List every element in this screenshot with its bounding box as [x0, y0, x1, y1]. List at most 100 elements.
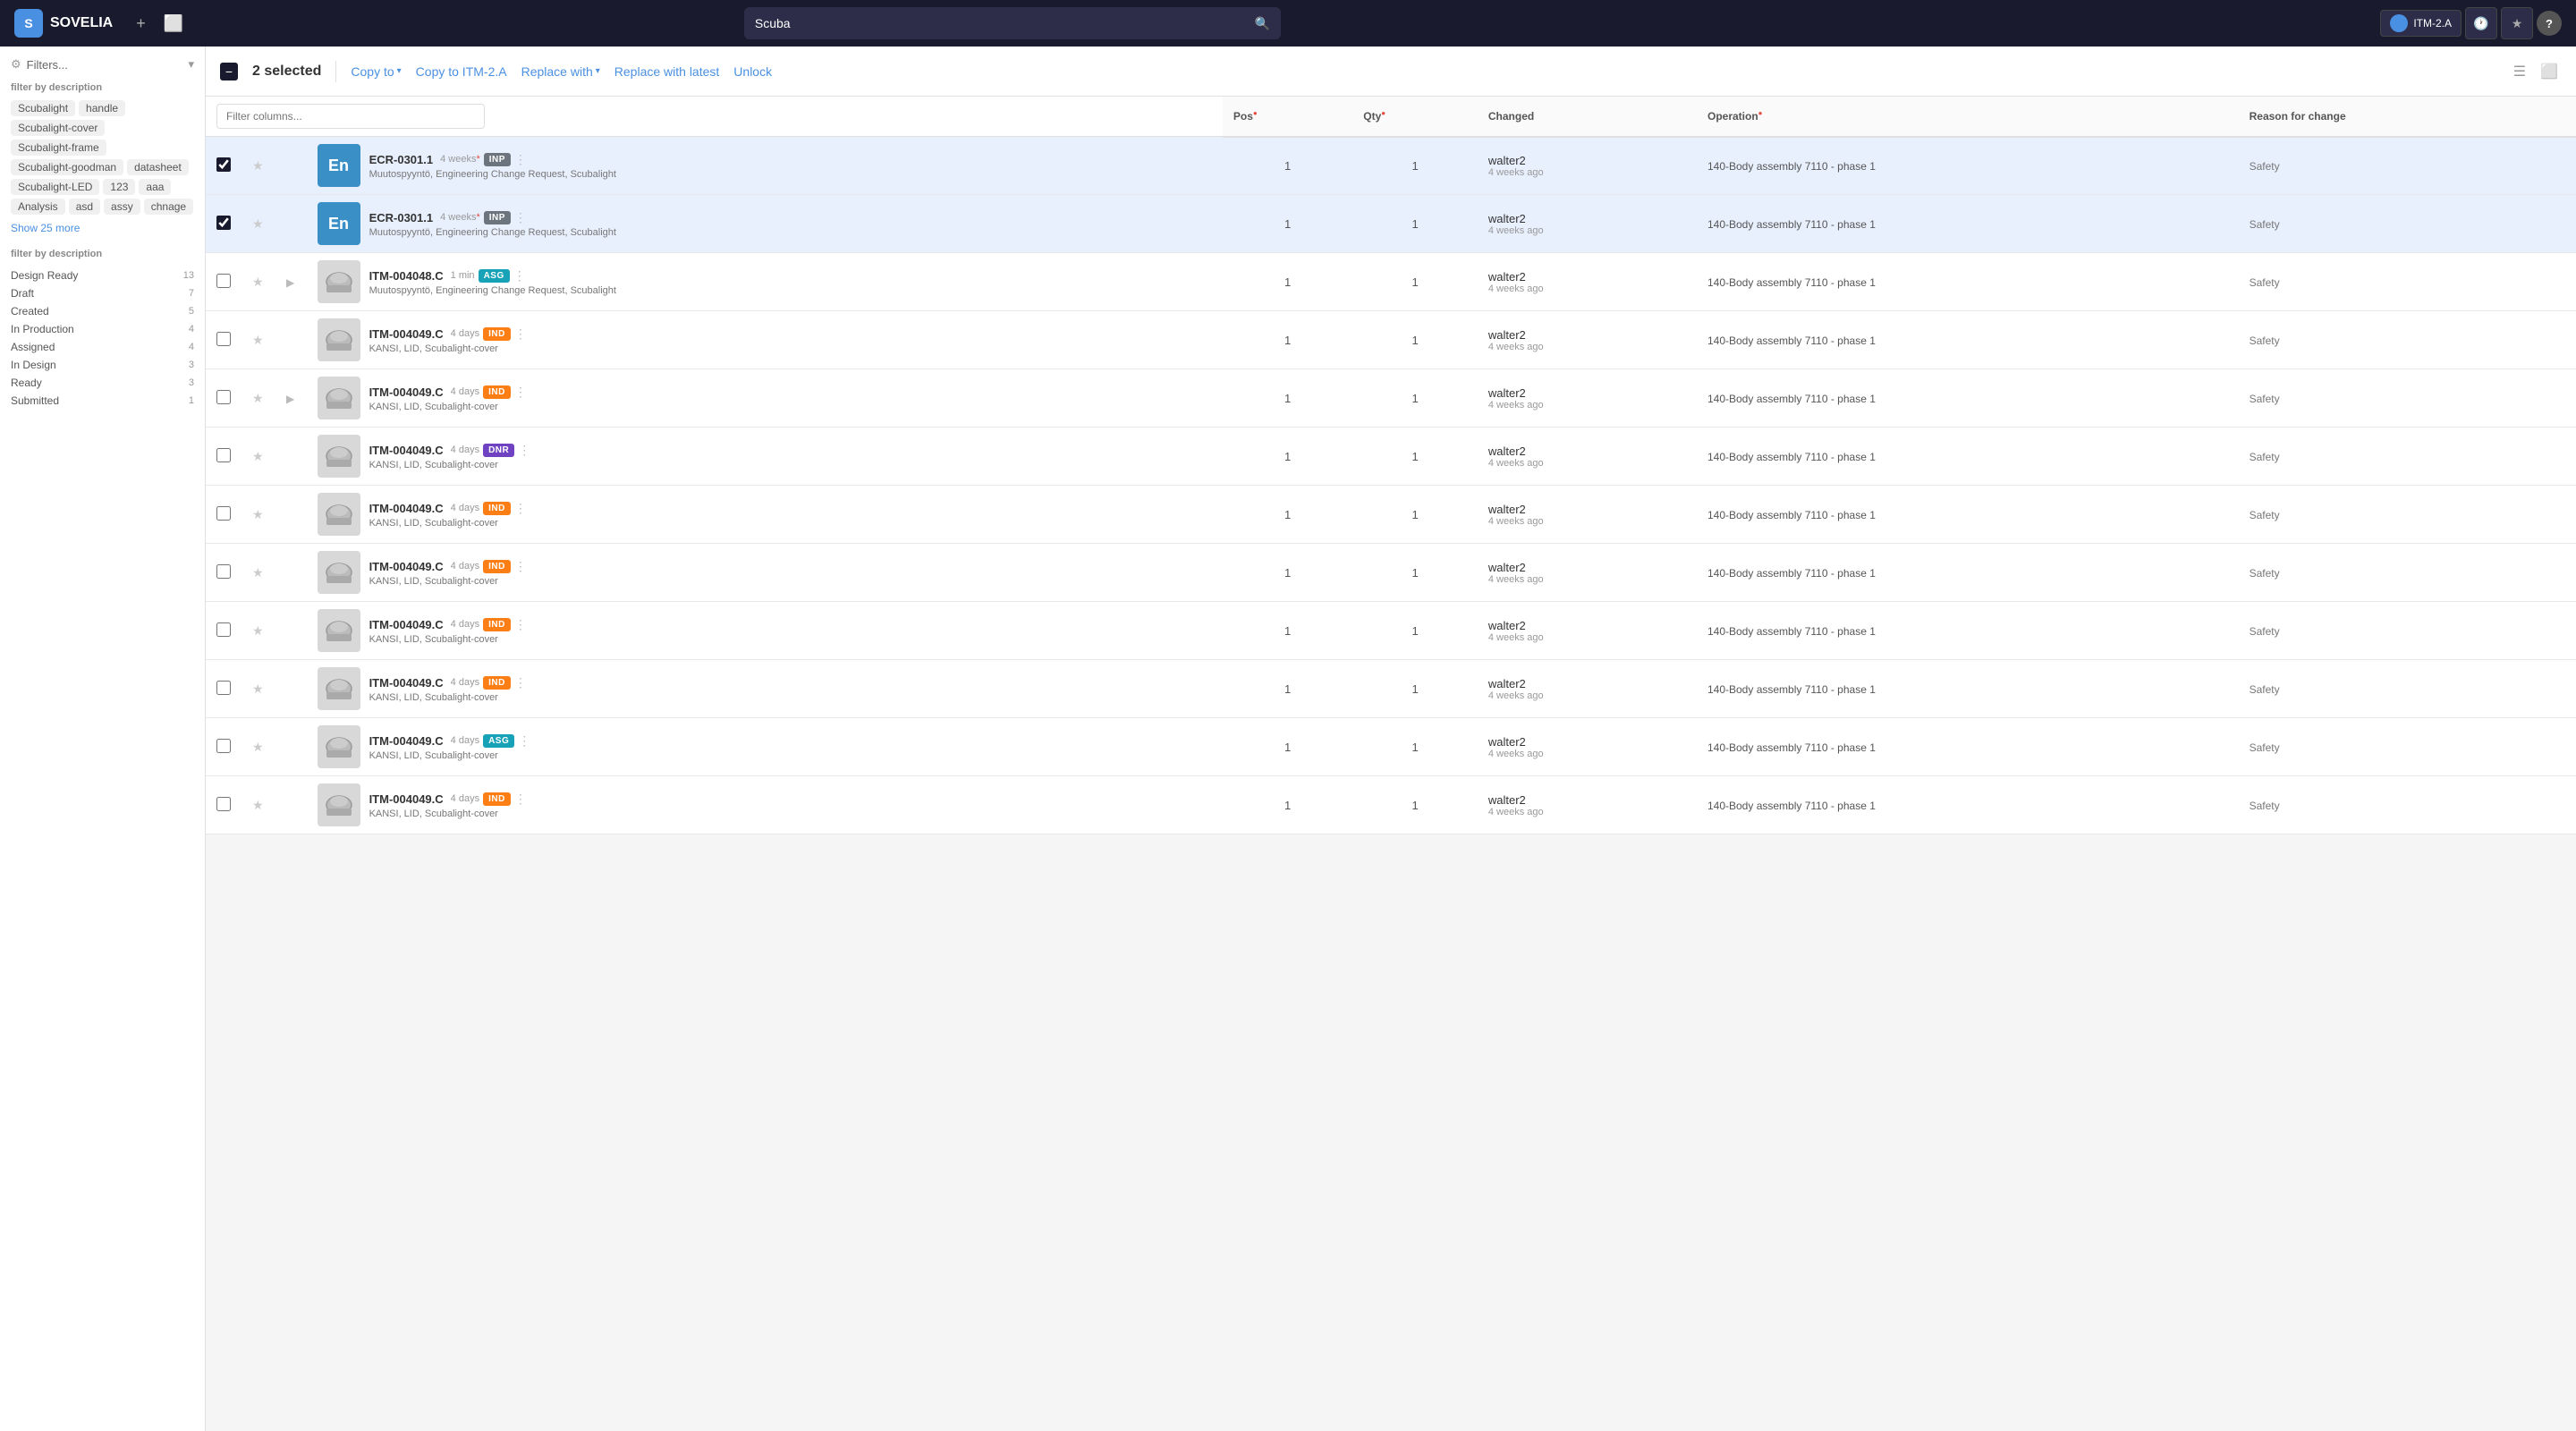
- app-logo[interactable]: S SOVELIA: [14, 9, 113, 38]
- row-checkbox[interactable]: [216, 448, 231, 462]
- col-qty[interactable]: Qty●: [1352, 97, 1478, 137]
- star-button[interactable]: ★: [2501, 7, 2533, 39]
- tag-scubalight-cover[interactable]: Scubalight-cover: [11, 120, 105, 136]
- item-code[interactable]: ITM-004049.C: [369, 792, 444, 806]
- status-in-production[interactable]: In Production 4: [11, 320, 194, 338]
- row-checkbox[interactable]: [216, 274, 231, 288]
- status-assigned[interactable]: Assigned 4: [11, 338, 194, 356]
- star-icon[interactable]: ★: [252, 798, 264, 812]
- expand-icon[interactable]: ▶: [286, 276, 294, 289]
- item-code[interactable]: ITM-004049.C: [369, 560, 444, 573]
- star-icon[interactable]: ★: [252, 565, 264, 580]
- row-checkbox[interactable]: [216, 622, 231, 637]
- row-checkbox[interactable]: [216, 506, 231, 521]
- tag-datasheet[interactable]: datasheet: [127, 159, 189, 175]
- status-created[interactable]: Created 5: [11, 302, 194, 320]
- row-menu-icon[interactable]: ⋮: [514, 559, 527, 574]
- tag-assy[interactable]: assy: [104, 199, 140, 215]
- status-design-ready[interactable]: Design Ready 13: [11, 267, 194, 284]
- add-button[interactable]: +: [131, 11, 151, 37]
- filters-label[interactable]: ⚙ Filters...: [11, 57, 68, 72]
- row-menu-icon[interactable]: ⋮: [514, 385, 527, 400]
- item-code[interactable]: ECR-0301.1: [369, 211, 434, 224]
- item-code[interactable]: ITM-004049.C: [369, 444, 444, 457]
- item-code[interactable]: ITM-004049.C: [369, 327, 444, 341]
- item-code[interactable]: ITM-004049.C: [369, 734, 444, 748]
- unlock-button[interactable]: Unlock: [733, 64, 772, 79]
- tag-handle[interactable]: handle: [79, 100, 125, 116]
- expand-icon[interactable]: ▶: [286, 393, 294, 405]
- row-menu-icon[interactable]: ⋮: [518, 443, 530, 458]
- row-menu-icon[interactable]: ⋮: [518, 733, 530, 749]
- row-checkbox[interactable]: [216, 332, 231, 346]
- row-checkbox[interactable]: [216, 157, 231, 172]
- row-menu-icon[interactable]: ⋮: [514, 675, 527, 690]
- star-icon[interactable]: ★: [252, 333, 264, 347]
- tag-scubalight[interactable]: Scubalight: [11, 100, 75, 116]
- item-code[interactable]: ITM-004049.C: [369, 385, 444, 399]
- layout-icon[interactable]: ⬜: [2537, 59, 2562, 84]
- status-in-design[interactable]: In Design 3: [11, 356, 194, 374]
- row-pos: 1: [1223, 602, 1352, 660]
- status-ready[interactable]: Ready 3: [11, 374, 194, 392]
- row-menu-icon[interactable]: ⋮: [514, 617, 527, 632]
- tag-analysis[interactable]: Analysis: [11, 199, 65, 215]
- tag-chnage[interactable]: chnage: [144, 199, 193, 215]
- status-draft[interactable]: Draft 7: [11, 284, 194, 302]
- item-code[interactable]: ITM-004049.C: [369, 676, 444, 690]
- item-time: 4 days: [451, 677, 479, 688]
- row-operation: 140-Body assembly 7110 - phase 1: [1697, 137, 2239, 195]
- show-more-button[interactable]: Show 25 more: [11, 222, 194, 234]
- row-item-cell: ITM-004049.C 4 days IND ⋮ KANSI, LID, Sc…: [307, 602, 1223, 660]
- copy-to-button[interactable]: Copy to ▾: [351, 64, 401, 79]
- col-pos[interactable]: Pos●: [1223, 97, 1352, 137]
- row-menu-icon[interactable]: ⋮: [514, 792, 527, 807]
- row-menu-icon[interactable]: ⋮: [514, 210, 527, 225]
- clock-button[interactable]: 🕐: [2465, 7, 2497, 39]
- star-icon[interactable]: ★: [252, 158, 264, 173]
- tag-scubalight-frame[interactable]: Scubalight-frame: [11, 140, 106, 156]
- help-button[interactable]: ?: [2537, 11, 2562, 36]
- row-menu-icon[interactable]: ⋮: [514, 152, 527, 167]
- star-icon[interactable]: ★: [252, 507, 264, 521]
- row-checkbox[interactable]: [216, 216, 231, 230]
- item-code[interactable]: ITM-004048.C: [369, 269, 444, 283]
- window-button[interactable]: ⬜: [158, 11, 189, 37]
- select-all-checkbox[interactable]: −: [220, 63, 238, 80]
- menu-icon[interactable]: ☰: [2510, 59, 2529, 84]
- row-qty: 1: [1352, 602, 1478, 660]
- item-code[interactable]: ECR-0301.1: [369, 153, 434, 166]
- star-icon[interactable]: ★: [252, 449, 264, 463]
- copy-to-itm-button[interactable]: Copy to ITM-2.A: [416, 64, 507, 79]
- row-menu-icon[interactable]: ⋮: [514, 501, 527, 516]
- item-info: ITM-004049.C 4 days DNR ⋮ KANSI, LID, Sc…: [369, 443, 531, 470]
- tag-asd[interactable]: asd: [69, 199, 100, 215]
- replace-with-button[interactable]: Replace with ▾: [521, 64, 600, 79]
- search-input[interactable]: [755, 16, 1255, 30]
- row-checkbox[interactable]: [216, 739, 231, 753]
- star-icon[interactable]: ★: [252, 740, 264, 754]
- tag-aaa[interactable]: aaa: [139, 179, 171, 195]
- row-checkbox[interactable]: [216, 797, 231, 811]
- itm-badge[interactable]: ITM-2.A: [2380, 10, 2462, 37]
- star-icon[interactable]: ★: [252, 623, 264, 638]
- item-code[interactable]: ITM-004049.C: [369, 502, 444, 515]
- item-code[interactable]: ITM-004049.C: [369, 618, 444, 631]
- star-icon[interactable]: ★: [252, 275, 264, 289]
- row-menu-icon[interactable]: ⋮: [514, 326, 527, 342]
- star-icon[interactable]: ★: [252, 391, 264, 405]
- status-submitted[interactable]: Submitted 1: [11, 392, 194, 410]
- row-checkbox[interactable]: [216, 681, 231, 695]
- row-menu-icon[interactable]: ⋮: [513, 268, 526, 284]
- filter-columns-input[interactable]: [216, 104, 485, 129]
- row-checkbox[interactable]: [216, 564, 231, 579]
- filter-chevron-icon[interactable]: ▾: [188, 57, 194, 72]
- star-icon[interactable]: ★: [252, 682, 264, 696]
- item-info: ITM-004049.C 4 days IND ⋮ KANSI, LID, Sc…: [369, 501, 527, 529]
- tag-123[interactable]: 123: [103, 179, 135, 195]
- replace-with-latest-button[interactable]: Replace with latest: [614, 64, 720, 79]
- tag-scubalight-goodman[interactable]: Scubalight-goodman: [11, 159, 123, 175]
- star-icon[interactable]: ★: [252, 216, 264, 231]
- row-checkbox[interactable]: [216, 390, 231, 404]
- tag-scubalight-led[interactable]: Scubalight-LED: [11, 179, 99, 195]
